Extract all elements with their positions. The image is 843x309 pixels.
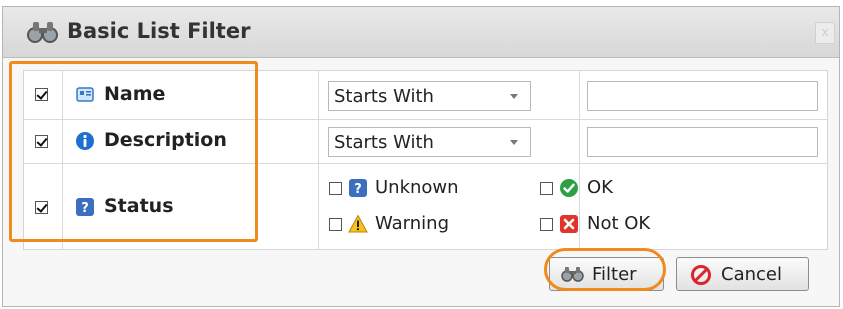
status-ok-checkbox[interactable] <box>540 182 553 195</box>
grid-divider <box>24 119 827 120</box>
cancel-icon <box>690 264 712 286</box>
chevron-down-icon <box>510 94 518 99</box>
description-label: Description <box>104 129 227 151</box>
svg-text:?: ? <box>81 201 89 216</box>
name-checkbox[interactable] <box>35 88 48 101</box>
binoculars-icon <box>560 265 586 283</box>
status-notok-checkbox[interactable] <box>540 218 553 231</box>
status-ok-label: OK <box>587 177 613 198</box>
name-value-input[interactable] <box>587 81 818 111</box>
filter-grid: Name Starts With Description Starts With <box>23 70 828 250</box>
cancel-button-label: Cancel <box>721 264 782 285</box>
binoculars-icon <box>25 19 61 45</box>
question-icon: ? <box>348 178 368 198</box>
grid-divider <box>62 71 63 249</box>
dialog-titlebar: Basic List Filter x <box>3 7 839 58</box>
name-operator-select[interactable]: Starts With <box>328 81 531 111</box>
status-unknown-checkbox[interactable] <box>329 182 342 195</box>
grid-divider <box>579 71 580 249</box>
grid-divider <box>24 163 827 164</box>
question-icon: ? <box>75 197 95 217</box>
description-operator-value: Starts With <box>334 132 434 153</box>
close-button[interactable]: x <box>815 22 835 44</box>
name-field-icon <box>75 85 95 105</box>
filter-button-label: Filter <box>592 264 637 285</box>
chevron-down-icon <box>510 140 518 145</box>
filter-button[interactable]: Filter <box>549 257 664 291</box>
description-checkbox[interactable] <box>35 135 48 148</box>
warning-icon <box>348 214 368 234</box>
info-icon <box>75 131 95 151</box>
name-label: Name <box>104 83 166 105</box>
svg-text:?: ? <box>354 182 362 197</box>
grid-divider <box>318 71 319 249</box>
dialog-title: Basic List Filter <box>67 19 251 43</box>
description-operator-select[interactable]: Starts With <box>328 127 531 157</box>
error-icon <box>559 214 579 234</box>
name-operator-value: Starts With <box>334 86 434 107</box>
check-circle-icon <box>559 178 579 198</box>
basic-list-filter-dialog: Basic List Filter x Name Starts With Des… <box>2 6 840 307</box>
status-label: Status <box>104 195 174 217</box>
description-value-input[interactable] <box>587 127 818 157</box>
status-warning-checkbox[interactable] <box>329 218 342 231</box>
status-notok-label: Not OK <box>587 213 651 234</box>
cancel-button[interactable]: Cancel <box>676 257 809 291</box>
status-unknown-label: Unknown <box>375 177 459 198</box>
status-checkbox[interactable] <box>35 201 48 214</box>
status-warning-label: Warning <box>375 213 450 234</box>
